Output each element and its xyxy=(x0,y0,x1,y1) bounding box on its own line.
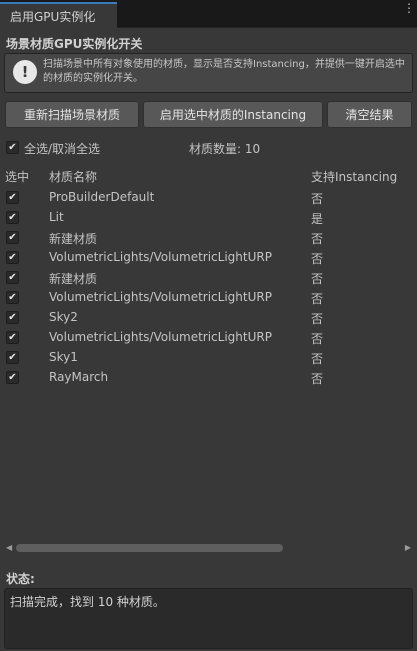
table-row[interactable]: ✔ Sky2 否 xyxy=(0,308,417,328)
scroll-left-icon[interactable]: ◀ xyxy=(6,541,12,555)
row-select-checkbox[interactable]: ✔ xyxy=(6,351,19,364)
instancing-support-value: 否 xyxy=(311,292,324,306)
row-select-checkbox[interactable]: ✔ xyxy=(6,271,19,284)
material-name: Lit xyxy=(49,210,64,224)
column-header-support: 支持Instancing xyxy=(311,170,398,184)
material-name: Sky2 xyxy=(49,310,78,324)
help-text: 扫描场景中所有对象使用的材质，显示是否支持Instancing，并提供一键开启选… xyxy=(43,59,405,84)
material-count-label: 材质数量: 10 xyxy=(189,142,261,156)
table-row[interactable]: ✔ ProBuilderDefault 否 xyxy=(0,188,417,208)
row-select-checkbox[interactable]: ✔ xyxy=(6,331,19,344)
scroll-right-icon[interactable]: ▶ xyxy=(405,541,411,555)
tab-enable-gpu-instancing[interactable]: 启用GPU实例化 xyxy=(0,2,117,28)
row-select-checkbox[interactable]: ✔ xyxy=(6,311,19,324)
material-name: 新建材质 xyxy=(49,272,98,286)
row-select-checkbox[interactable]: ✔ xyxy=(6,191,19,204)
instancing-support-value: 否 xyxy=(311,312,324,326)
table-row[interactable]: ✔ 新建材质 否 xyxy=(0,228,417,248)
instancing-support-value: 是 xyxy=(311,212,324,226)
instancing-support-value: 否 xyxy=(311,252,324,266)
material-name: Sky1 xyxy=(49,350,78,364)
table-row[interactable]: ✔ VolumetricLights/VolumetricLightURP 否 xyxy=(0,288,417,308)
more-options-icon[interactable]: ⋮ xyxy=(403,2,415,20)
info-icon: ! xyxy=(13,60,37,84)
material-name: VolumetricLights/VolumetricLightURP xyxy=(49,250,272,264)
enable-instancing-button[interactable]: 启用选中材质的Instancing xyxy=(143,101,323,128)
table-row[interactable]: ✔ 新建材质 否 xyxy=(0,268,417,288)
editor-window-panel: 场景材质GPU实例化开关 ! 扫描场景中所有对象使用的材质，显示是否支持Inst… xyxy=(0,28,417,651)
row-select-checkbox[interactable]: ✔ xyxy=(6,371,19,384)
instancing-support-value: 否 xyxy=(311,352,324,366)
rescan-materials-button[interactable]: 重新扫描场景材质 xyxy=(5,101,139,128)
instancing-support-value: 否 xyxy=(311,192,324,206)
status-text: 扫描完成，找到 10 种材质。 xyxy=(10,595,165,609)
scrollbar-thumb[interactable] xyxy=(16,544,283,552)
column-header-name: 材质名称 xyxy=(49,170,98,184)
table-row[interactable]: ✔ RayMarch 否 xyxy=(0,368,417,388)
material-name: VolumetricLights/VolumetricLightURP xyxy=(49,290,272,304)
instancing-support-value: 否 xyxy=(311,372,324,386)
select-all-checkbox[interactable]: ✔ xyxy=(6,141,19,154)
status-label: 状态: xyxy=(6,572,35,586)
tab-bar: 启用GPU实例化 ⋮ xyxy=(0,0,417,28)
column-header-select: 选中 xyxy=(5,170,30,184)
status-box: 扫描完成，找到 10 种材质。 xyxy=(4,588,413,649)
material-name: VolumetricLights/VolumetricLightURP xyxy=(49,330,272,344)
section-title: 场景材质GPU实例化开关 xyxy=(6,37,143,51)
material-name: RayMarch xyxy=(49,370,109,384)
table-row[interactable]: ✔ Lit 是 xyxy=(0,208,417,228)
row-select-checkbox[interactable]: ✔ xyxy=(6,231,19,244)
row-select-checkbox[interactable]: ✔ xyxy=(6,291,19,304)
select-all-label[interactable]: 全选/取消全选 xyxy=(24,140,100,157)
instancing-support-value: 否 xyxy=(311,272,324,286)
instancing-support-value: 否 xyxy=(311,332,324,346)
material-name: 新建材质 xyxy=(49,232,98,246)
instancing-support-value: 否 xyxy=(311,232,324,246)
help-box: ! 扫描场景中所有对象使用的材质，显示是否支持Instancing，并提供一键开… xyxy=(4,53,413,93)
table-row[interactable]: ✔ Sky1 否 xyxy=(0,348,417,368)
horizontal-scrollbar[interactable]: ◀ ▶ xyxy=(0,541,417,555)
table-row[interactable]: ✔ VolumetricLights/VolumetricLightURP 否 xyxy=(0,248,417,268)
row-select-checkbox[interactable]: ✔ xyxy=(6,211,19,224)
row-select-checkbox[interactable]: ✔ xyxy=(6,251,19,264)
table-row[interactable]: ✔ VolumetricLights/VolumetricLightURP 否 xyxy=(0,328,417,348)
select-all-row: ✔ 全选/取消全选 材质数量: 10 xyxy=(6,140,406,156)
material-name: ProBuilderDefault xyxy=(49,190,155,204)
clear-results-button[interactable]: 清空结果 xyxy=(327,101,412,128)
